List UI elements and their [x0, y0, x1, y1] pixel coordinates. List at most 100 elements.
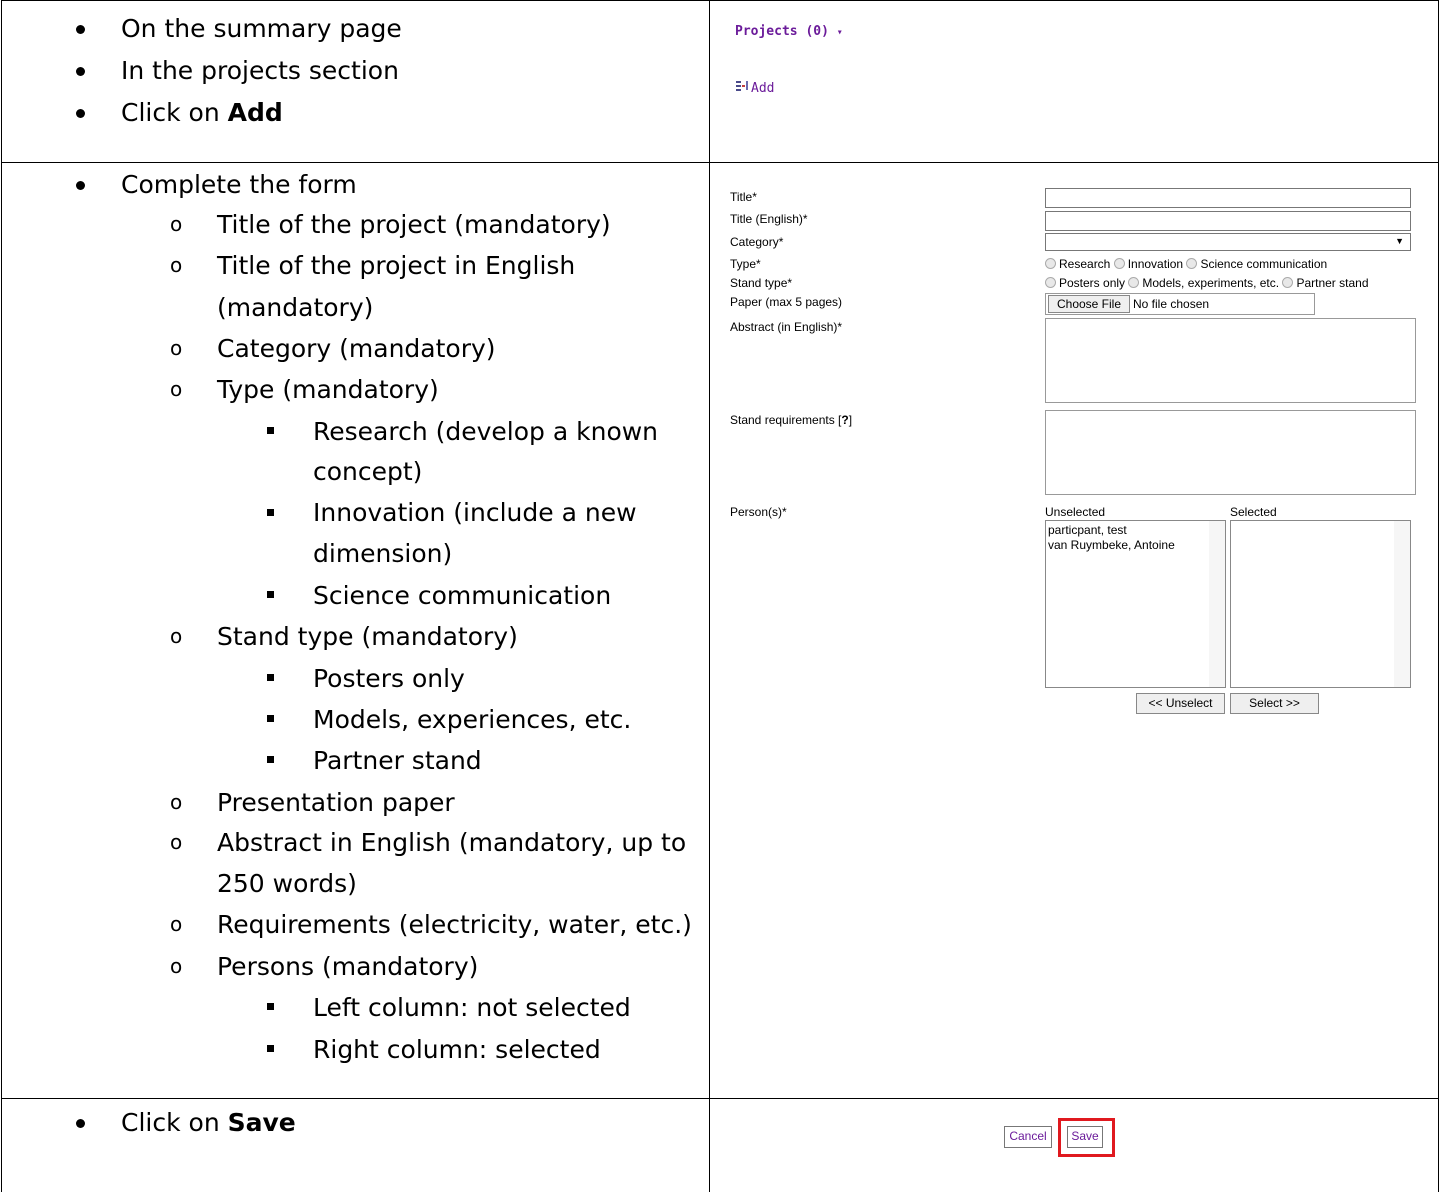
instruction-text: Complete the form	[121, 170, 357, 199]
instruction-text: Abstract in English (mandatory, up to	[217, 828, 687, 857]
instruction-text: Presentation paper	[217, 788, 455, 817]
bullet-square	[267, 756, 274, 763]
label-title-english: Title (English)*	[730, 212, 808, 226]
add-icon	[735, 80, 751, 94]
select-button[interactable]: Select >>	[1230, 693, 1319, 714]
instruction-text: Stand type (mandatory)	[217, 622, 518, 651]
scrollbar[interactable]	[1394, 521, 1410, 687]
list-item[interactable]: van Ruymbeke, Antoine	[1048, 538, 1175, 552]
instruction-text: Research (develop a known	[313, 417, 659, 446]
bullet-dot	[76, 67, 85, 76]
radio-posters-only[interactable]: Posters only	[1045, 276, 1125, 290]
bullet-circle: o	[170, 377, 183, 401]
bullet-circle: o	[170, 954, 183, 978]
instruction-text: Type (mandatory)	[217, 375, 439, 404]
radio-label: Posters only	[1059, 276, 1126, 290]
bullet-circle: o	[170, 336, 183, 360]
instruction-text: 250 words)	[217, 869, 357, 898]
stand-requirements-textarea[interactable]	[1045, 410, 1416, 495]
bullet-circle: o	[170, 830, 183, 854]
label-type: Type*	[730, 257, 761, 271]
instruction-text: Innovation (include a new	[313, 498, 637, 527]
instruction-text: dimension)	[313, 539, 453, 568]
radio-science-communication[interactable]: Science communication	[1186, 257, 1327, 271]
stand-type-radio-group: Posters only Models, experiments, etc. P…	[1045, 276, 1369, 290]
selected-persons-list[interactable]	[1230, 520, 1411, 688]
instruction-table: On the summary page In the projects sect…	[0, 0, 1441, 1192]
radio-partner-stand[interactable]: Partner stand	[1282, 276, 1369, 290]
label-stand-type: Stand type*	[730, 276, 793, 290]
label-text: ]	[848, 413, 853, 427]
selected-label: Selected	[1230, 505, 1277, 519]
abstract-textarea[interactable]	[1045, 318, 1416, 403]
list-item[interactable]: particpant, test	[1048, 523, 1127, 537]
radio-label: Science communication	[1200, 257, 1328, 271]
instruction-text: Persons (mandatory)	[217, 952, 479, 981]
instruction-click-save: Click on Save	[121, 1102, 296, 1143]
instruction-text: Right column: selected	[313, 1035, 601, 1064]
instruction-text: Models, experiences, etc.	[313, 705, 632, 734]
instruction-text: (mandatory)	[217, 293, 374, 322]
bullet-square	[267, 674, 274, 681]
unselect-button[interactable]: << Unselect	[1136, 693, 1225, 714]
radio-label: Research	[1059, 257, 1111, 271]
bullet-square	[267, 427, 274, 434]
bullet-square	[267, 509, 274, 516]
file-input[interactable]: Choose File No file chosen	[1045, 293, 1315, 315]
label-title: Title*	[730, 190, 757, 204]
bullet-circle: o	[170, 212, 183, 236]
bullet-circle: o	[170, 624, 183, 648]
title-english-input[interactable]	[1045, 211, 1411, 231]
radio-models[interactable]: Models, experiments, etc.	[1128, 276, 1279, 290]
help-link[interactable]: ?	[841, 413, 848, 427]
label-persons: Person(s)*	[730, 505, 787, 519]
bullet-dot	[76, 1119, 85, 1128]
category-select[interactable]: ▼	[1045, 233, 1411, 251]
unselected-persons-list[interactable]: particpant, test van Ruymbeke, Antoine	[1045, 520, 1226, 688]
radio-circle-icon	[1045, 258, 1056, 269]
instruction-text: Title of the project (mandatory)	[217, 210, 611, 239]
instruction-text: Title of the project in English	[217, 251, 576, 280]
table-border-right	[1438, 0, 1439, 1192]
radio-label: Innovation	[1127, 257, 1184, 271]
table-divider-1	[1, 162, 1439, 163]
choose-file-button[interactable]: Choose File	[1048, 295, 1130, 313]
table-border-left	[1, 0, 2, 1192]
instruction-bold: Save	[227, 1108, 296, 1137]
instruction-text: Partner stand	[313, 746, 482, 775]
radio-circle-icon	[1128, 277, 1140, 288]
instruction-text: On the summary page	[121, 14, 402, 43]
add-link-label: Add	[751, 81, 775, 96]
radio-innovation[interactable]: Innovation	[1113, 257, 1184, 271]
bullet-square	[267, 1003, 274, 1010]
table-border-top	[1, 0, 1439, 1]
instruction-text: Category (mandatory)	[217, 334, 496, 363]
bullet-dot	[76, 25, 85, 34]
instruction-text: Requirements (electricity, water, etc.)	[217, 910, 692, 939]
instruction-click-add: Click on Add	[121, 92, 283, 133]
scrollbar[interactable]	[1209, 521, 1225, 687]
bullet-circle: o	[170, 912, 183, 936]
radio-circle-icon	[1045, 277, 1056, 288]
radio-research[interactable]: Research	[1045, 257, 1110, 271]
instruction-text: Click on	[121, 1108, 228, 1137]
save-button[interactable]: Save	[1067, 1126, 1103, 1148]
instruction-text: Click on	[121, 98, 228, 127]
cancel-button[interactable]: Cancel	[1004, 1126, 1052, 1148]
table-column-divider	[709, 0, 710, 1192]
bullet-square	[267, 715, 274, 722]
radio-circle-icon	[1186, 258, 1198, 269]
label-category: Category*	[730, 235, 784, 249]
instruction-text: Posters only	[313, 664, 465, 693]
add-project-link[interactable]: Add	[735, 80, 774, 96]
bullet-circle: o	[170, 790, 183, 814]
projects-section-header[interactable]: Projects (0) ▾	[735, 24, 843, 39]
title-input[interactable]	[1045, 188, 1411, 208]
radio-circle-icon	[1282, 277, 1294, 288]
instruction-text: concept)	[313, 457, 423, 486]
label-stand-requirements: Stand requirements [?]	[730, 413, 852, 427]
unselected-label: Unselected	[1045, 505, 1106, 519]
caret-down-icon: ▾	[836, 27, 843, 38]
label-text: Stand requirements [	[730, 413, 842, 427]
instruction-text: Left column: not selected	[313, 993, 631, 1022]
